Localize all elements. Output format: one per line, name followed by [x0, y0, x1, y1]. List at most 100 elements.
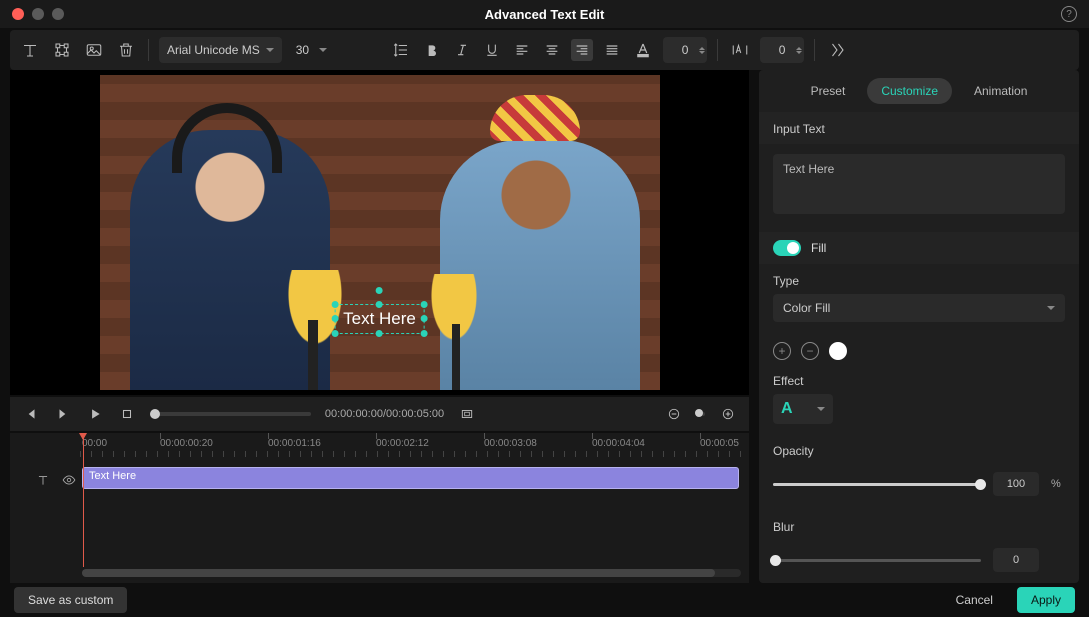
scrollbar-thumb[interactable] [82, 569, 715, 577]
titlebar: Advanced Text Edit ? [0, 0, 1089, 28]
slider-thumb[interactable] [975, 479, 986, 490]
stop-button[interactable] [118, 405, 136, 423]
scrub-thumb[interactable] [150, 409, 160, 419]
window-minimize-button[interactable] [32, 8, 44, 20]
fill-type-select[interactable]: Color Fill [773, 294, 1065, 322]
zoom-slider[interactable] [697, 412, 705, 416]
type-label: Type [773, 274, 1065, 288]
divider [717, 39, 718, 61]
zoom-out-button[interactable] [665, 405, 683, 423]
tab-customize[interactable]: Customize [867, 78, 952, 104]
blur-label: Blur [773, 520, 1065, 534]
trash-icon[interactable] [114, 38, 138, 62]
text-clip[interactable]: Text Here [82, 467, 739, 489]
stepper-down-icon[interactable] [796, 51, 802, 54]
font-family-value: Arial Unicode MS [167, 43, 260, 57]
text-overlay-box[interactable]: Text Here [334, 304, 425, 334]
stepper-up-icon[interactable] [699, 47, 705, 50]
opacity-label: Opacity [773, 444, 1065, 458]
input-text-field[interactable]: Text Here [773, 154, 1065, 214]
image-tool-icon[interactable] [82, 38, 106, 62]
bottom-bar: Save as custom Cancel Apply [0, 583, 1089, 617]
kerning-icon[interactable] [728, 38, 752, 62]
clip-label: Text Here [89, 470, 136, 482]
effect-preview-icon: A [781, 400, 793, 418]
zoom-in-button[interactable] [719, 405, 737, 423]
effect-select[interactable]: A [773, 394, 833, 424]
opacity-slider[interactable] [773, 483, 981, 486]
italic-button[interactable] [451, 39, 473, 61]
fill-label: Fill [811, 241, 826, 255]
resize-handle[interactable] [331, 315, 338, 322]
stepper-down-icon[interactable] [699, 51, 705, 54]
resize-handle[interactable] [331, 301, 338, 308]
resize-handle[interactable] [421, 301, 428, 308]
advanced-options-icon[interactable] [825, 38, 849, 62]
input-text-value: Text Here [783, 162, 834, 176]
font-size-value: 30 [296, 43, 309, 57]
tracking-input[interactable]: 0 [663, 37, 707, 63]
step-back-button[interactable] [22, 405, 40, 423]
font-size-select[interactable]: 30 [290, 37, 333, 63]
ruler-mark: 00:00:00:20 [160, 438, 213, 449]
cancel-button[interactable]: Cancel [942, 587, 1007, 613]
ruler-ticks [80, 451, 749, 457]
resize-handle[interactable] [331, 330, 338, 337]
fill-toggle[interactable] [773, 240, 801, 256]
resize-handle[interactable] [421, 315, 428, 322]
ruler-mark: 00:00:01:16 [268, 438, 321, 449]
scrub-slider[interactable] [150, 412, 311, 416]
align-center-button[interactable] [541, 39, 563, 61]
step-forward-button[interactable] [54, 405, 72, 423]
tab-preset[interactable]: Preset [797, 78, 860, 104]
remove-color-button[interactable]: − [801, 342, 819, 360]
timeline-scrollbar[interactable] [82, 569, 741, 577]
transform-tool-icon[interactable] [50, 38, 74, 62]
panel-tabs: Preset Customize Animation [759, 70, 1079, 112]
window-maximize-button[interactable] [52, 8, 64, 20]
add-color-button[interactable]: + [773, 342, 791, 360]
opacity-unit: % [1051, 478, 1065, 490]
apply-button[interactable]: Apply [1017, 587, 1075, 613]
tab-animation[interactable]: Animation [960, 78, 1041, 104]
fill-type-value: Color Fill [783, 301, 830, 315]
chevron-down-icon [1047, 306, 1055, 310]
text-tool-icon[interactable] [18, 38, 42, 62]
underline-button[interactable] [481, 39, 503, 61]
playhead[interactable] [83, 433, 84, 567]
save-as-custom-button[interactable]: Save as custom [14, 587, 127, 613]
align-right-button[interactable] [571, 39, 593, 61]
opacity-value-input[interactable]: 100 [993, 472, 1039, 496]
blur-slider[interactable] [773, 559, 981, 562]
ruler-mark: 00:00:04:04 [592, 438, 645, 449]
zoom-thumb[interactable] [695, 409, 703, 417]
video-frame [100, 75, 660, 390]
text-color-icon[interactable] [631, 38, 655, 62]
text-track-icon [36, 473, 50, 487]
safe-zone-button[interactable] [458, 405, 476, 423]
resize-handle[interactable] [376, 301, 383, 308]
chevron-down-icon [817, 407, 825, 411]
timecode-display: 00:00:00:00/00:00:05:00 [325, 408, 444, 420]
timeline[interactable]: 00:00 00:00:00:20 00:00:01:16 00:00:02:1… [10, 433, 749, 583]
font-family-select[interactable]: Arial Unicode MS [159, 37, 282, 63]
align-left-button[interactable] [511, 39, 533, 61]
fill-section-header: Fill [759, 232, 1079, 264]
play-button[interactable] [86, 405, 104, 423]
line-spacing-icon[interactable] [389, 38, 413, 62]
bold-button[interactable] [421, 39, 443, 61]
visibility-icon[interactable] [62, 473, 76, 487]
blur-value-input[interactable]: 0 [993, 548, 1039, 572]
input-text-header: Input Text [759, 112, 1079, 144]
slider-thumb[interactable] [770, 555, 781, 566]
help-icon[interactable]: ? [1061, 6, 1077, 22]
stepper-up-icon[interactable] [796, 47, 802, 50]
align-justify-button[interactable] [601, 39, 623, 61]
leading-input[interactable]: 0 [760, 37, 804, 63]
color-swatch[interactable] [829, 342, 847, 360]
video-preview[interactable]: Text Here [10, 70, 749, 395]
window-close-button[interactable] [12, 8, 24, 20]
window-title: Advanced Text Edit [485, 7, 605, 22]
resize-handle[interactable] [421, 330, 428, 337]
leading-value: 0 [779, 43, 786, 57]
